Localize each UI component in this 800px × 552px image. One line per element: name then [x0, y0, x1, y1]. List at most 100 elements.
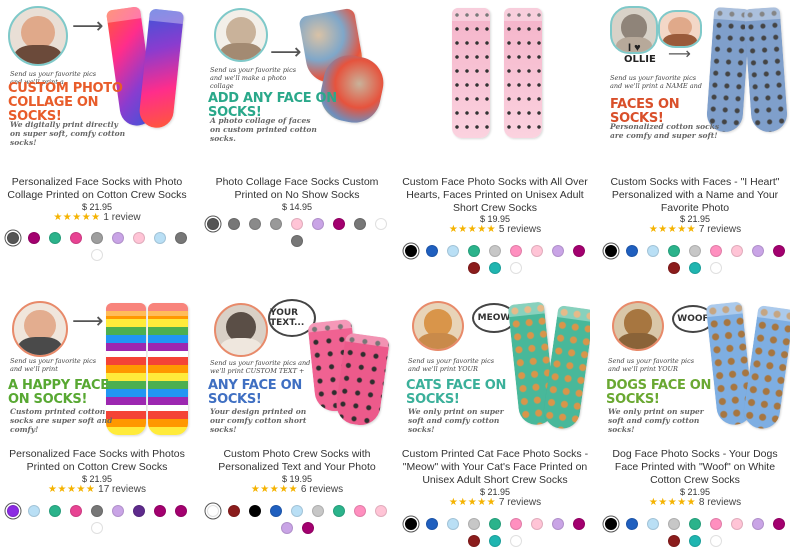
color-swatch[interactable] — [312, 505, 324, 517]
color-swatch[interactable] — [626, 245, 638, 257]
color-swatch[interactable] — [468, 518, 480, 530]
color-swatch[interactable] — [489, 518, 501, 530]
product-title[interactable]: Custom Socks with Faces - "I Heart" Pers… — [600, 176, 790, 215]
color-swatch[interactable] — [510, 518, 522, 530]
color-swatch[interactable] — [354, 218, 366, 230]
color-swatch[interactable] — [426, 518, 438, 530]
color-swatch[interactable] — [468, 262, 480, 274]
product-image[interactable]: WOOF Send us your favorite pics and we'l… — [600, 295, 790, 445]
product-title[interactable]: Custom Printed Cat Face Photo Socks - "M… — [400, 448, 590, 487]
color-swatch[interactable] — [405, 245, 417, 257]
review-count[interactable]: 1 review — [103, 212, 140, 223]
color-swatch[interactable] — [573, 245, 585, 257]
color-swatch[interactable] — [228, 218, 240, 230]
color-swatch[interactable] — [133, 505, 145, 517]
color-swatch[interactable] — [489, 245, 501, 257]
product-title[interactable]: Photo Collage Face Socks Custom Printed … — [202, 176, 392, 202]
product-image[interactable]: I ♥ OLLIE ⟶ Send us your favorite pics a… — [600, 0, 790, 150]
color-swatch[interactable] — [426, 245, 438, 257]
color-swatch[interactable] — [91, 249, 103, 261]
color-swatch[interactable] — [689, 245, 701, 257]
color-swatch[interactable] — [91, 232, 103, 244]
color-swatch[interactable] — [270, 505, 282, 517]
review-count[interactable]: 6 reviews — [301, 484, 343, 495]
color-swatch[interactable] — [752, 518, 764, 530]
color-swatch[interactable] — [291, 218, 303, 230]
color-swatch[interactable] — [647, 245, 659, 257]
color-swatch[interactable] — [405, 518, 417, 530]
product-title[interactable]: Personalized Face Socks with Photo Colla… — [2, 176, 192, 202]
color-swatch[interactable] — [28, 505, 40, 517]
product-title[interactable]: Custom Face Photo Socks with All Over He… — [400, 176, 590, 215]
review-count[interactable]: 17 reviews — [98, 484, 146, 495]
color-swatch[interactable] — [175, 232, 187, 244]
color-swatch[interactable] — [133, 232, 145, 244]
color-swatch[interactable] — [375, 505, 387, 517]
color-swatch[interactable] — [112, 232, 124, 244]
color-swatch[interactable] — [175, 505, 187, 517]
product-image[interactable]: ⟶ Send us your favorite pics and we'll p… — [2, 0, 192, 150]
color-swatch[interactable] — [7, 505, 19, 517]
color-swatch[interactable] — [668, 518, 680, 530]
color-swatch[interactable] — [689, 262, 701, 274]
color-swatch[interactable] — [605, 518, 617, 530]
product-title[interactable]: Custom Photo Crew Socks with Personalize… — [202, 448, 392, 474]
product-image[interactable]: ⟶ Send us your favorite pics and we'll p… — [2, 295, 192, 445]
color-swatch[interactable] — [207, 218, 219, 230]
color-swatch[interactable] — [154, 232, 166, 244]
color-swatch[interactable] — [301, 522, 314, 534]
color-swatch[interactable] — [70, 505, 82, 517]
color-swatch[interactable] — [312, 218, 324, 230]
color-swatch[interactable] — [375, 218, 387, 230]
color-swatch[interactable] — [752, 245, 764, 257]
color-swatch[interactable] — [773, 245, 785, 257]
color-swatch[interactable] — [510, 245, 522, 257]
color-swatch[interactable] — [605, 245, 617, 257]
color-swatch[interactable] — [552, 518, 564, 530]
color-swatch[interactable] — [668, 535, 680, 547]
product-title[interactable]: Dog Face Photo Socks - Your Dogs Face Pr… — [600, 448, 790, 487]
color-swatch[interactable] — [249, 218, 261, 230]
color-swatch[interactable] — [626, 518, 638, 530]
color-swatch[interactable] — [647, 518, 659, 530]
color-swatch[interactable] — [710, 262, 722, 274]
color-swatch[interactable] — [447, 245, 459, 257]
color-swatch[interactable] — [710, 245, 722, 257]
color-swatch[interactable] — [468, 535, 480, 547]
product-image[interactable]: ⟶ Send us your favorite pics and we'll m… — [202, 0, 392, 150]
color-swatch[interactable] — [7, 232, 19, 244]
review-count[interactable]: 5 reviews — [499, 224, 541, 235]
color-swatch[interactable] — [668, 262, 680, 274]
color-swatch[interactable] — [49, 232, 61, 244]
color-swatch[interactable] — [531, 245, 543, 257]
color-swatch[interactable] — [249, 505, 261, 517]
color-swatch[interactable] — [112, 505, 124, 517]
color-swatch[interactable] — [510, 535, 522, 547]
color-swatch[interactable] — [91, 505, 103, 517]
color-swatch[interactable] — [689, 535, 701, 547]
color-swatch[interactable] — [447, 518, 459, 530]
product-image[interactable]: MEOW Send us your favorite pics and we'l… — [400, 295, 590, 445]
color-swatch[interactable] — [333, 505, 345, 517]
color-swatch[interactable] — [573, 518, 585, 530]
product-title[interactable]: Personalized Face Socks with Photos Prin… — [2, 448, 192, 474]
review-count[interactable]: 7 reviews — [699, 224, 741, 235]
color-swatch[interactable] — [333, 218, 345, 230]
color-swatch[interactable] — [731, 518, 743, 530]
color-swatch[interactable] — [531, 518, 543, 530]
color-swatch[interactable] — [49, 505, 61, 517]
color-swatch[interactable] — [468, 245, 480, 257]
color-swatch[interactable] — [154, 505, 166, 517]
color-swatch[interactable] — [552, 245, 564, 257]
product-image[interactable] — [400, 0, 590, 150]
color-swatch[interactable] — [207, 505, 219, 517]
color-swatch[interactable] — [354, 505, 366, 517]
product-image[interactable]: YOUR TEXT... Send us your favorite pics … — [202, 295, 392, 445]
review-count[interactable]: 7 reviews — [499, 497, 541, 508]
color-swatch[interactable] — [710, 518, 722, 530]
color-swatch[interactable] — [689, 518, 701, 530]
color-swatch[interactable] — [280, 522, 293, 534]
color-swatch[interactable] — [710, 535, 722, 547]
color-swatch[interactable] — [510, 262, 522, 274]
color-swatch[interactable] — [731, 245, 743, 257]
